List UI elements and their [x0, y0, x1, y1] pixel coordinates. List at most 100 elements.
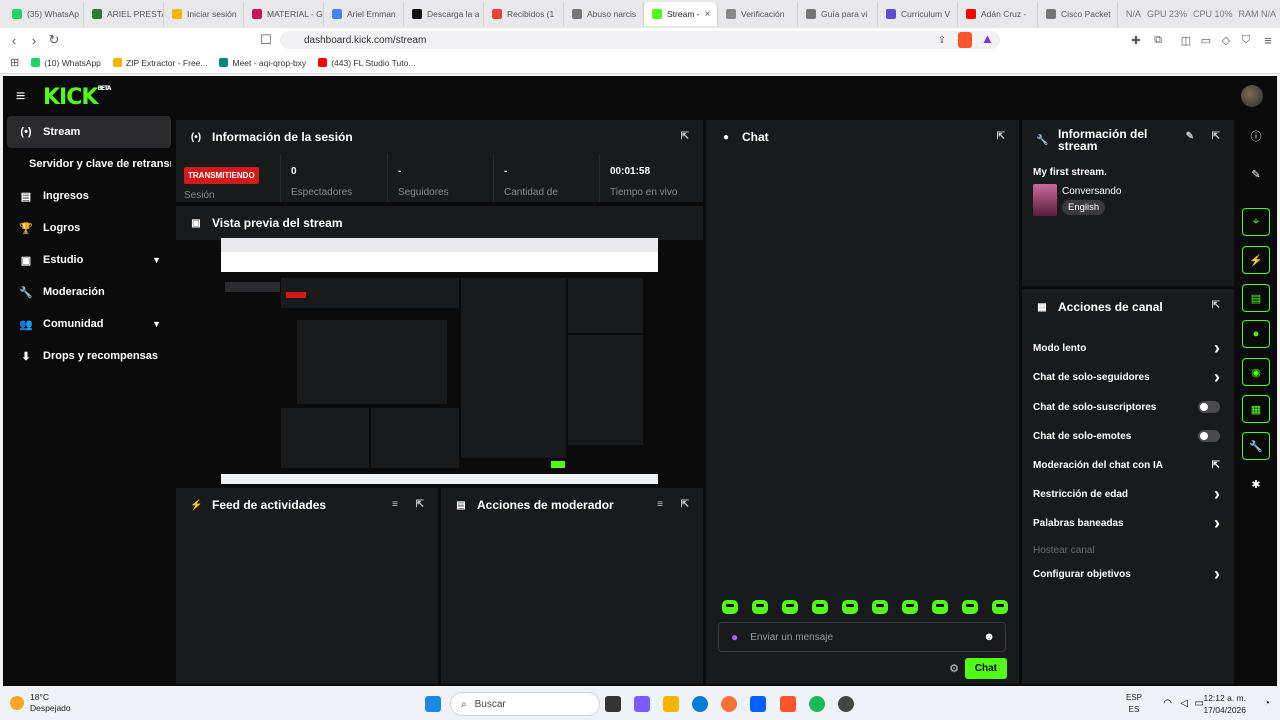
task-view-icon[interactable]: [605, 696, 621, 712]
url-field[interactable]: dashboard.kick.com/stream: [280, 31, 1000, 49]
file-explorer-icon[interactable]: [663, 696, 679, 712]
stream-preview-video[interactable]: [221, 238, 658, 484]
chevron-down-icon[interactable]: ▼: [152, 319, 161, 329]
toggle-switch[interactable]: [1198, 430, 1220, 442]
popout-icon[interactable]: ⇱: [681, 499, 689, 510]
sidebar-item[interactable]: ⬇ Drops y recompensas: [7, 340, 171, 372]
target-icon[interactable]: ⌖: [1242, 208, 1270, 236]
firefox-icon[interactable]: [721, 696, 737, 712]
toggle-switch[interactable]: [1198, 401, 1220, 413]
wallet-icon[interactable]: ▭: [1196, 34, 1216, 47]
emoji-icon[interactable]: ☻: [983, 631, 995, 643]
emote-icon[interactable]: [722, 600, 738, 614]
popout-icon[interactable]: ⇱: [1212, 300, 1220, 311]
wifi-icon[interactable]: ◠: [1163, 698, 1172, 709]
info-icon[interactable]: ⓘ: [1242, 122, 1270, 150]
emote-icon[interactable]: [872, 600, 888, 614]
popout-icon[interactable]: ⇱: [416, 499, 424, 510]
emote-icon[interactable]: [752, 600, 768, 614]
bookmark-item[interactable]: ZIP Extractor - Free...: [112, 58, 207, 68]
sidebar-item[interactable]: ▣ Estudio ▼: [7, 244, 171, 276]
windows-start-icon[interactable]: [425, 696, 441, 712]
vpn-icon[interactable]: ◇: [1216, 34, 1236, 47]
popout-icon[interactable]: ⇱: [997, 131, 1005, 142]
browser-tab[interactable]: Ariel Emman: [324, 2, 404, 26]
obs-icon[interactable]: [838, 696, 854, 712]
add-widget-icon[interactable]: ✱: [1242, 470, 1270, 498]
clock[interactable]: 12:12 a. m. 17/04/2026: [1203, 692, 1246, 716]
sidebar-item[interactable]: 🏆 Logros: [7, 212, 171, 244]
bookmark-icon[interactable]: ☐: [256, 32, 276, 48]
browser-tab[interactable]: Verificación: [718, 2, 798, 26]
filter-icon[interactable]: ≡: [657, 499, 663, 510]
browser-tab[interactable]: Descarga la a: [404, 2, 484, 26]
document-icon[interactable]: ▤: [1242, 284, 1270, 312]
bookmark-item[interactable]: (443) FL Studio Tuto...: [318, 58, 415, 68]
gear-icon[interactable]: ⚙: [949, 662, 959, 675]
share-icon[interactable]: ⇪: [932, 35, 952, 46]
browser-tab[interactable]: Stream - ×: [644, 2, 718, 26]
emote-icon[interactable]: [782, 600, 798, 614]
edit-icon[interactable]: ✎: [1186, 131, 1194, 142]
brave-rewards-icon[interactable]: ▲: [981, 31, 994, 46]
browser-tab[interactable]: ARIEL PRESTA: [84, 2, 164, 26]
taskbar-search[interactable]: ⌕ Buscar: [450, 692, 600, 716]
dropbox-icon[interactable]: [750, 696, 766, 712]
shield-icon[interactable]: ⛉: [1236, 34, 1256, 47]
emote-icon[interactable]: [992, 600, 1008, 614]
emote-icon[interactable]: [902, 600, 918, 614]
emote-icon[interactable]: [962, 600, 978, 614]
channel-action-item[interactable]: Chat de solo-emotes: [1033, 424, 1220, 448]
sidebar-item[interactable]: ▤ Ingresos: [7, 180, 171, 212]
screenshot-icon[interactable]: ⧉: [1148, 34, 1168, 47]
weather-widget[interactable]: 18°C Despejado: [10, 692, 71, 714]
hamburger-icon[interactable]: ≡: [16, 88, 25, 106]
sidebar-toggle-icon[interactable]: ◫: [1176, 34, 1196, 47]
copilot-icon[interactable]: [634, 696, 650, 712]
emote-icon[interactable]: [842, 600, 858, 614]
edge-icon[interactable]: [692, 696, 708, 712]
channel-action-item[interactable]: Moderación del chat con IA ⇱: [1033, 453, 1220, 477]
chat-bubble-icon[interactable]: ●: [1242, 320, 1270, 348]
channel-action-item[interactable]: Palabras baneadas ›: [1033, 511, 1220, 535]
browser-tab[interactable]: MATERIAL - G: [244, 2, 324, 26]
brave-shield-icon[interactable]: [958, 32, 972, 48]
channel-action-item[interactable]: Chat de solo-seguidores ›: [1033, 365, 1220, 389]
browser-tab[interactable]: Curriculum V: [878, 2, 958, 26]
chat-send-button[interactable]: Chat: [964, 658, 1007, 679]
sidebar-item[interactable]: 👥 Comunidad ▼: [7, 308, 171, 340]
sidebar-item[interactable]: (•) Stream: [7, 116, 171, 148]
broadcast-icon[interactable]: ◉: [1242, 358, 1270, 386]
forward-icon[interactable]: ›: [24, 33, 44, 48]
language-indicator[interactable]: ESP ES: [1126, 692, 1142, 716]
reload-icon[interactable]: ↻: [44, 32, 64, 48]
menu-icon[interactable]: ≡: [1258, 33, 1278, 48]
lightning-icon[interactable]: ⚡: [1242, 246, 1270, 274]
channel-icon[interactable]: ▦: [1242, 395, 1270, 423]
browser-tab[interactable]: Recibidos (1: [484, 2, 564, 26]
sidebar-item[interactable]: Servidor y clave de retransm: [7, 148, 171, 180]
close-tab-icon[interactable]: ×: [705, 9, 711, 20]
notifications-icon[interactable]: ◔: [1264, 698, 1270, 709]
extensions-icon[interactable]: ✚: [1126, 34, 1146, 47]
channel-action-item[interactable]: Configurar objetivos ›: [1033, 562, 1220, 586]
browser-tab[interactable]: Abuso narcis: [564, 2, 644, 26]
volume-icon[interactable]: ◁: [1180, 698, 1188, 709]
filter-icon[interactable]: ≡: [392, 499, 398, 510]
channel-action-item[interactable]: Chat de solo-suscriptores: [1033, 395, 1220, 419]
browser-tab[interactable]: (35) WhatsAp: [4, 2, 84, 26]
browser-tab[interactable]: Adán Cruz -: [958, 2, 1038, 26]
popout-icon[interactable]: ⇱: [1212, 131, 1220, 142]
wrench-icon[interactable]: 🔧: [1242, 432, 1270, 460]
emote-icon[interactable]: [812, 600, 828, 614]
apps-icon[interactable]: ⊞: [10, 56, 19, 69]
channel-action-item[interactable]: Modo lento ›: [1033, 336, 1220, 360]
avatar[interactable]: [1241, 85, 1263, 107]
back-icon[interactable]: ‹: [4, 33, 24, 48]
edit-icon[interactable]: ✎: [1242, 160, 1270, 188]
kick-logo[interactable]: KICKBETA: [43, 85, 111, 110]
popout-icon[interactable]: ⇱: [681, 131, 689, 142]
bookmark-item[interactable]: Meet - aqi-qrop-bxy: [219, 58, 306, 68]
browser-tab[interactable]: Iniciar sesión: [164, 2, 244, 26]
spotify-icon[interactable]: [809, 696, 825, 712]
